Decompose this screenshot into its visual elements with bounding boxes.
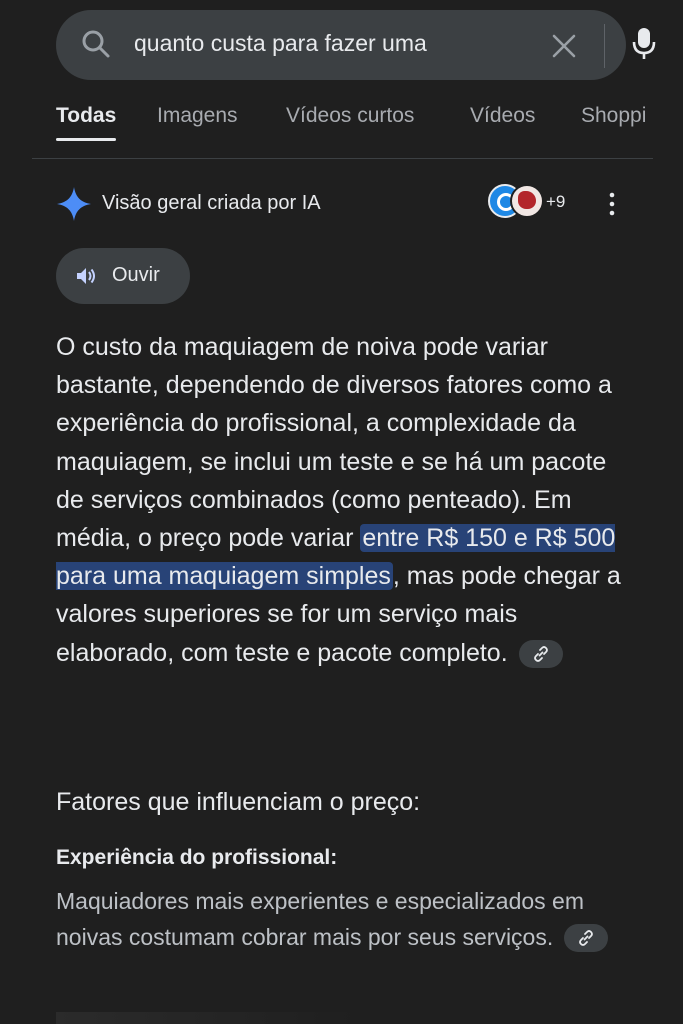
more-sources-count[interactable]: +9 bbox=[546, 192, 565, 212]
tab-imagens[interactable]: Imagens bbox=[157, 104, 238, 148]
speaker-icon bbox=[77, 268, 95, 284]
factor-title: Experiência do profissional: bbox=[56, 846, 338, 869]
link-icon bbox=[533, 646, 548, 662]
microphone-icon[interactable] bbox=[630, 26, 658, 62]
tabs-divider bbox=[32, 158, 653, 159]
ai-sparkle-icon bbox=[57, 187, 91, 221]
search-tabs: Todas Imagens Vídeos curtos Vídeos Shopp… bbox=[56, 104, 683, 148]
paragraph-text: O custo da maquiagem de noiva pode varia… bbox=[56, 333, 612, 553]
factor-description: Maquiadores mais experientes e especiali… bbox=[56, 884, 636, 955]
section-heading: Fatores que influenciam o preço: bbox=[56, 788, 421, 816]
source-avatar[interactable] bbox=[510, 184, 544, 218]
tab-todas[interactable]: Todas bbox=[56, 104, 117, 148]
cut-off-content bbox=[56, 1012, 356, 1024]
ai-overview-header: Visão geral criada por IA +9 bbox=[56, 184, 636, 224]
search-icon[interactable] bbox=[80, 28, 112, 60]
factor-text: Maquiadores mais experientes e especiali… bbox=[56, 888, 585, 950]
source-link-button[interactable] bbox=[563, 924, 608, 953]
search-divider bbox=[604, 24, 605, 68]
clear-icon[interactable] bbox=[550, 32, 578, 60]
source-link-button[interactable] bbox=[518, 640, 563, 669]
tab-shopping[interactable]: Shoppi bbox=[581, 104, 646, 148]
tab-videos-curtos[interactable]: Vídeos curtos bbox=[286, 104, 414, 148]
search-input[interactable]: quanto custa para fazer uma bbox=[134, 30, 474, 57]
ai-overview-title: Visão geral criada por IA bbox=[102, 192, 321, 214]
link-icon bbox=[578, 930, 593, 947]
search-bar[interactable]: quanto custa para fazer uma bbox=[56, 10, 656, 80]
tab-videos[interactable]: Vídeos bbox=[470, 104, 535, 148]
ai-overview-paragraph: O custo da maquiagem de noiva pode varia… bbox=[56, 328, 636, 672]
listen-button[interactable]: Ouvir bbox=[56, 248, 190, 304]
listen-label: Ouvir bbox=[112, 264, 160, 286]
more-options-icon[interactable] bbox=[602, 190, 622, 218]
